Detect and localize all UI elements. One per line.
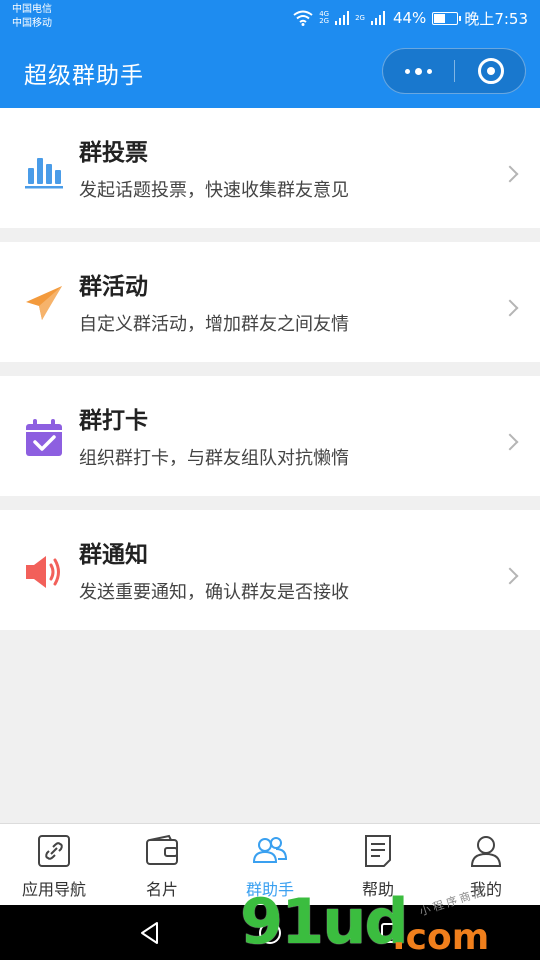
signal-icon-2 [370,11,385,25]
wifi-icon [293,10,313,26]
wallet-icon [146,834,178,865]
status-indicators: 4G 2G 2G 44% 晚上7:53 [293,8,528,28]
menu-item-desc: 发起话题投票，快速收集群友意见 [79,180,349,201]
menu-item-title: 群通知 [79,542,148,568]
menu-item-desc: 发送重要通知，确认群友是否接收 [79,582,349,603]
mini-program-capsule [382,48,526,94]
watermark-logo: 91ud [240,885,409,958]
clock: 晚上7:53 [464,9,528,28]
battery-icon [432,11,462,25]
more-dots-icon[interactable] [383,49,454,93]
record-close-icon[interactable] [455,49,526,93]
chevron-right-icon [501,299,519,317]
chevron-right-icon [501,567,519,585]
watermark-domain: .com [392,917,490,958]
menu-item-checkin[interactable]: 群打卡 组织群打卡，与群友组队对抗懒惰 [0,376,540,496]
chevron-right-icon [501,165,519,183]
tab-label: 名片 [145,880,178,899]
menu-item-desc: 组织群打卡，与群友组队对抗懒惰 [79,448,349,469]
menu-item-title: 群打卡 [79,408,148,434]
menu-item-vote[interactable]: 群投票 发起话题投票，快速收集群友意见 [0,108,540,228]
menu-item-notice[interactable]: 群通知 发送重要通知，确认群友是否接收 [0,510,540,630]
speaker-icon [26,556,60,588]
tab-label: 应用导航 [21,880,86,899]
network-type-1: 4G 2G [319,10,330,25]
battery-fill [434,13,445,23]
battery-percent: 44% [392,9,427,27]
carrier-1: 中国电信 [12,4,52,15]
page-title: 超级群助手 [24,63,144,89]
tab-business-card[interactable]: 名片 [108,824,216,905]
menu-item-desc: 自定义群活动，增加群友之间友情 [79,314,349,335]
calendar-check-icon [26,419,62,456]
carrier-2: 中国移动 [12,18,52,29]
status-bar: 中国电信 中国移动 4G 2G 2G 44% 晚上7:53 [0,0,540,36]
signal-icon [335,11,350,25]
user-icon [470,836,502,867]
tab-app-navigation[interactable]: 应用导航 [0,824,108,905]
group-users-icon [252,837,288,863]
chevron-right-icon [501,433,519,451]
carrier-info: 中国电信 中国移动 [12,3,52,31]
back-icon[interactable] [137,920,163,946]
document-icon [365,835,391,867]
menu-item-title: 群活动 [79,274,148,300]
navigation-bar: 超级群助手 [0,36,540,108]
link-icon [38,835,70,867]
menu-item-title: 群投票 [79,140,148,166]
feature-menu: 群投票 发起话题投票，快速收集群友意见 群活动 自定义群活动，增加群友之间友情 … [0,108,540,644]
bar-chart-icon [25,158,63,189]
paper-plane-icon [26,286,62,320]
network-type-2: 2G [355,13,365,22]
menu-item-activity[interactable]: 群活动 自定义群活动，增加群友之间友情 [0,242,540,362]
